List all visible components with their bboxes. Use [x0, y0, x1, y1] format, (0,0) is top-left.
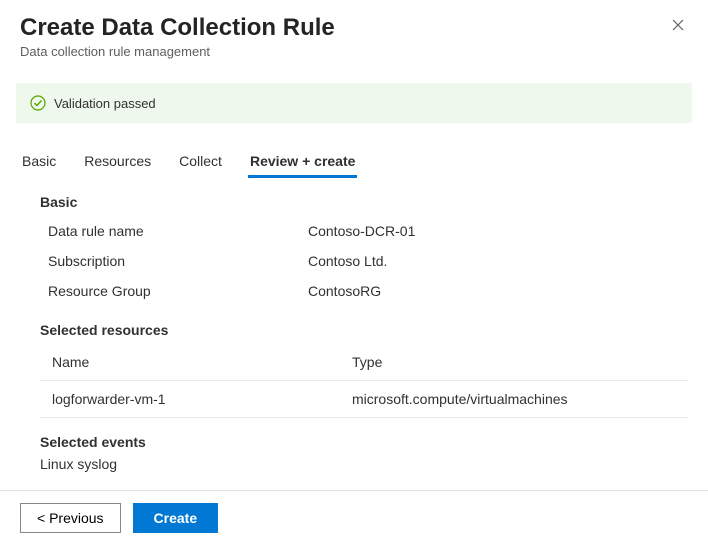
data-rule-name-label: Data rule name — [48, 223, 308, 239]
resource-group-label: Resource Group — [48, 283, 308, 299]
page-subtitle: Data collection rule management — [20, 44, 688, 59]
page-title: Create Data Collection Rule — [20, 14, 335, 42]
column-name-header: Name — [40, 344, 340, 380]
subscription-label: Subscription — [48, 253, 308, 269]
validation-message: Validation passed — [54, 96, 156, 111]
resource-name-cell: logforwarder-vm-1 — [40, 381, 340, 417]
data-rule-name-value: Contoso-DCR-01 — [308, 223, 415, 239]
section-basic-heading: Basic — [40, 194, 688, 210]
tabs: Basic Resources Collect Review + create — [20, 147, 688, 178]
section-selected-events-heading: Selected events — [40, 434, 688, 450]
check-circle-icon — [30, 95, 46, 111]
subscription-value: Contoso Ltd. — [308, 253, 387, 269]
validation-banner: Validation passed — [16, 83, 692, 123]
resource-type-cell: microsoft.compute/virtualmachines — [340, 381, 688, 417]
event-linux-syslog: Linux syslog — [40, 456, 688, 472]
resource-group-value: ContosoRG — [308, 283, 381, 299]
table-row: logforwarder-vm-1 microsoft.compute/virt… — [40, 381, 688, 418]
previous-button[interactable]: < Previous — [20, 503, 121, 533]
section-selected-resources-heading: Selected resources — [40, 322, 688, 338]
tab-collect[interactable]: Collect — [177, 147, 224, 178]
tab-review-create[interactable]: Review + create — [248, 147, 357, 178]
close-icon[interactable] — [668, 14, 688, 38]
column-type-header: Type — [340, 344, 688, 380]
footer: < Previous Create — [0, 490, 708, 545]
tab-basic[interactable]: Basic — [20, 147, 58, 178]
table-header: Name Type — [40, 344, 688, 381]
create-button[interactable]: Create — [133, 503, 219, 533]
tab-resources[interactable]: Resources — [82, 147, 153, 178]
